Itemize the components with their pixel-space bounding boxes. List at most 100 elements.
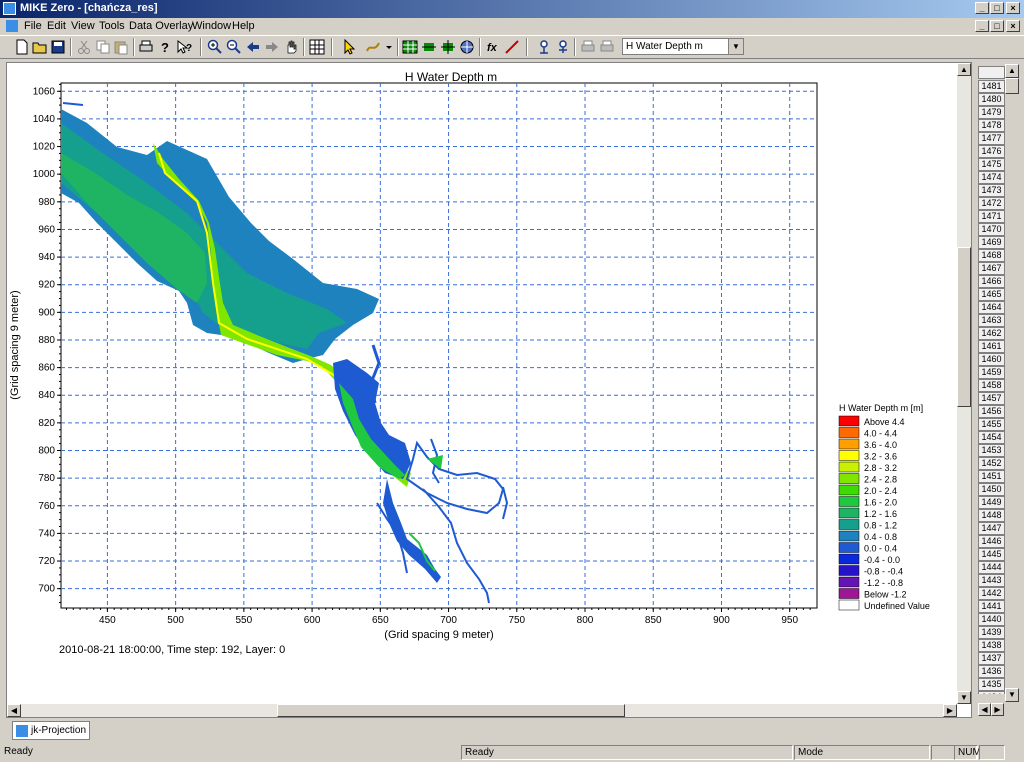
time-step-item[interactable]: 1448 (978, 509, 1005, 522)
time-step-item[interactable]: 1468 (978, 249, 1005, 262)
minimize-button[interactable]: _ (975, 2, 989, 14)
time-step-item[interactable]: 1475 (978, 158, 1005, 171)
time-step-item[interactable]: 1452 (978, 457, 1005, 470)
print-icon[interactable] (138, 39, 154, 55)
time-step-item[interactable]: 1435 (978, 678, 1005, 691)
time-step-item[interactable]: 1440 (978, 613, 1005, 626)
doc-minimize-button[interactable]: _ (975, 20, 989, 32)
scroll-left-icon[interactable]: ◀ (7, 704, 21, 717)
time-step-item[interactable]: 1459 (978, 366, 1005, 379)
time-step-item[interactable]: 1473 (978, 184, 1005, 197)
function-icon[interactable]: fx (486, 39, 502, 55)
paste-icon[interactable] (113, 39, 129, 55)
menu-file[interactable]: File (24, 20, 42, 32)
table-icon[interactable] (402, 39, 418, 55)
chevron-down-icon[interactable]: ▼ (728, 39, 743, 54)
time-step-item[interactable]: 1463 (978, 314, 1005, 327)
horizontal-scroll-thumb[interactable] (277, 704, 625, 717)
time-step-item[interactable]: 1476 (978, 145, 1005, 158)
time-step-item[interactable]: 1478 (978, 119, 1005, 132)
select-pointer-icon[interactable] (341, 39, 357, 55)
time-step-item[interactable]: 1477 (978, 132, 1005, 145)
menu-view[interactable]: View (71, 20, 95, 32)
time-step-item[interactable]: 1441 (978, 600, 1005, 613)
time-step-item[interactable]: 1457 (978, 392, 1005, 405)
time-step-item[interactable]: 1466 (978, 275, 1005, 288)
time-step-item[interactable]: 1444 (978, 561, 1005, 574)
time-step-item[interactable]: 1456 (978, 405, 1005, 418)
time-step-item[interactable]: 1470 (978, 223, 1005, 236)
new-icon[interactable] (14, 39, 30, 55)
save-icon[interactable] (50, 39, 66, 55)
cut-icon[interactable] (76, 39, 92, 55)
time-step-item[interactable]: 1474 (978, 171, 1005, 184)
time-step-item[interactable]: 1434 (978, 691, 1005, 694)
copy-icon[interactable] (95, 39, 111, 55)
time-step-item[interactable]: 1467 (978, 262, 1005, 275)
time-step-item[interactable]: 1439 (978, 626, 1005, 639)
menu-data-overlay[interactable]: Data Overlay (129, 20, 193, 32)
scroll-right-icon[interactable]: ▶ (943, 704, 957, 717)
time-step-item[interactable]: 1479 (978, 106, 1005, 119)
time-step-item[interactable]: 1455 (978, 418, 1005, 431)
menu-help[interactable]: Help (232, 20, 255, 32)
next-view-icon[interactable] (264, 39, 280, 55)
vertical-scrollbar[interactable]: ▲ ▼ (957, 63, 971, 704)
time-step-item[interactable]: 1445 (978, 548, 1005, 561)
previous-view-icon[interactable] (245, 39, 261, 55)
time-step-item[interactable]: 1449 (978, 496, 1005, 509)
time-step-item[interactable]: 1462 (978, 327, 1005, 340)
pan-icon[interactable] (283, 39, 299, 55)
time-step-item[interactable]: 1438 (978, 639, 1005, 652)
mesh-icon[interactable] (440, 39, 456, 55)
context-help-icon[interactable]: ? (176, 39, 192, 55)
export-icon[interactable] (599, 39, 615, 55)
time-step-item[interactable]: 1437 (978, 652, 1005, 665)
maximize-button[interactable]: □ (990, 2, 1004, 14)
vertical-scroll-thumb[interactable] (957, 247, 971, 407)
close-button[interactable]: × (1006, 2, 1020, 14)
time-step-item[interactable]: 1472 (978, 197, 1005, 210)
time-step-item[interactable]: 1454 (978, 431, 1005, 444)
time-step-item[interactable]: 1447 (978, 522, 1005, 535)
time-step-item[interactable]: 1446 (978, 535, 1005, 548)
line-icon[interactable] (504, 39, 520, 55)
time-step-item[interactable]: 1458 (978, 379, 1005, 392)
item-select[interactable]: H Water Depth m ▼ (622, 38, 744, 55)
open-icon[interactable] (32, 39, 48, 55)
time-step-item[interactable]: 1464 (978, 301, 1005, 314)
document-icon[interactable] (6, 20, 18, 32)
time-step-item[interactable]: 1453 (978, 444, 1005, 457)
globe-icon[interactable] (459, 39, 475, 55)
zoom-out-icon[interactable] (226, 39, 242, 55)
doc-restore-button[interactable]: □ (990, 20, 1004, 32)
menu-edit[interactable]: Edit (47, 20, 66, 32)
time-step-item[interactable]: 1442 (978, 587, 1005, 600)
panel-scroll-down-icon[interactable]: ▼ (1005, 688, 1019, 702)
tab-jk-projection[interactable]: jk-Projection (12, 721, 90, 740)
time-step-item[interactable]: 1451 (978, 470, 1005, 483)
panel-scroll-thumb[interactable] (1005, 78, 1019, 94)
time-step-item[interactable]: 1436 (978, 665, 1005, 678)
horizontal-scrollbar[interactable]: ◀ ▶ (7, 704, 957, 717)
remove-item-icon[interactable] (555, 39, 571, 55)
print-preview-icon[interactable] (580, 39, 596, 55)
time-step-item[interactable]: 1469 (978, 236, 1005, 249)
time-step-item[interactable]: 1450 (978, 483, 1005, 496)
layer-icon[interactable] (421, 39, 437, 55)
grid-icon[interactable] (309, 39, 325, 55)
doc-close-button[interactable]: × (1006, 20, 1020, 32)
panel-scroll-left-icon[interactable]: ◀ (978, 703, 991, 716)
time-step-item[interactable]: 1480 (978, 93, 1005, 106)
time-step-item[interactable]: 1481 (978, 80, 1005, 93)
scroll-down-icon[interactable]: ▼ (957, 691, 971, 704)
time-step-item[interactable]: 1460 (978, 353, 1005, 366)
time-step-item[interactable]: 1443 (978, 574, 1005, 587)
plot-view[interactable]: H Water Depth m 450 500 550 600 650 700 750 800… (6, 62, 972, 718)
time-step-item[interactable]: 1465 (978, 288, 1005, 301)
help-icon[interactable]: ? (157, 39, 173, 55)
time-step-list[interactable]: 1481 1480 1479 1478 1477 1476 1475 1474 1473 1472… (978, 80, 1005, 694)
panel-scroll-up-icon[interactable]: ▲ (1005, 64, 1019, 78)
zoom-in-icon[interactable] (207, 39, 223, 55)
time-step-item[interactable]: 1461 (978, 340, 1005, 353)
